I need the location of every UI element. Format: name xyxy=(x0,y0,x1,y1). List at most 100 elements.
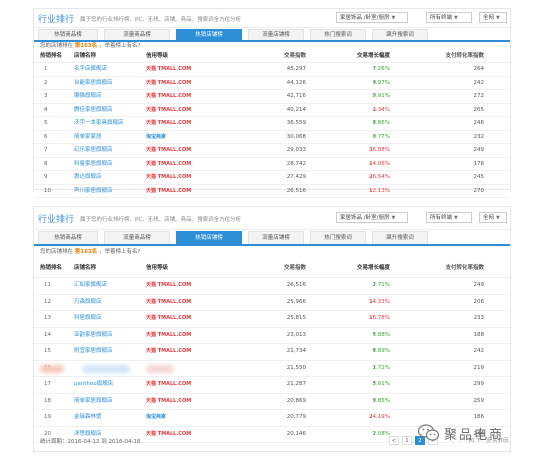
shop-name-link[interactable]: 附宜家居旗舰店 xyxy=(74,344,113,360)
terminal-select[interactable]: 所有终端 ▼ xyxy=(426,12,472,23)
table-row[interactable]: 18 简单家居旗舰店 天猫 TMALL.COM 20,869 ↑ 9.85% 259 xyxy=(34,394,510,410)
col-growth[interactable]: 交易增长幅度 xyxy=(334,51,390,62)
table-row[interactable]: 13 科居旗舰店 天猫 TMALL.COM 25,815 ↓ 16.78% 233 xyxy=(34,311,510,328)
trade-index-cell: 45,297 xyxy=(286,66,306,72)
tab-traffic-products[interactable]: 流量商品榜 xyxy=(104,29,170,40)
table-row[interactable]: 12 万森旗舰店 天猫 TMALL.COM 25,966 ↓ 14.33% 206 xyxy=(34,295,510,311)
growth-cell: ↓ 2.34% xyxy=(334,104,390,117)
col-trade-index[interactable]: 交易指数 xyxy=(254,259,306,277)
shop-name-link[interactable]: 幻乐家居旗舰店 xyxy=(74,144,113,157)
col-shop: 店铺名称 xyxy=(74,53,97,59)
shop-name-link[interactable]: 科曼家居旗舰店 xyxy=(74,158,113,171)
tab-traffic-products[interactable]: 流量商品榜 xyxy=(104,231,170,244)
conversion-cell: 270 xyxy=(473,187,485,194)
table-row[interactable]: 9 惠达旗舰店 天猫 TMALL.COM 27,429 ↓ 26.54% 245 xyxy=(34,171,510,185)
table-row[interactable]: 7 幻乐家居旗舰店 天猫 TMALL.COM 29,033 ↓ 36.88% 249 xyxy=(34,144,510,158)
col-growth[interactable]: 交易增长幅度 xyxy=(334,259,390,277)
shop-name-link[interactable]: 懒猫旗舰店 xyxy=(74,90,102,103)
table-row[interactable]: 11 汇如家旗舰店 天猫 TMALL.COM 26,516 ↑ 2.71% 249 xyxy=(34,278,510,295)
tab-hot-keywords[interactable]: 热门搜索词 xyxy=(310,29,366,40)
col-conversion[interactable]: 支付转化率指数 xyxy=(424,51,484,62)
stat-period: 统计周期：2016-04-12 到 2016-04-18 xyxy=(40,439,141,445)
rank-cell: 9 xyxy=(44,174,48,180)
table-row[interactable]: 10 声川家居旗舰店 天猫 TMALL.COM 26,516 ↓ 12.13% 270 xyxy=(34,185,510,198)
shop-name-link[interactable]: 惠达旗舰店 xyxy=(74,171,102,184)
tab-hot-shops[interactable]: 热销店铺榜 xyxy=(176,231,242,244)
conversion-cell: 249 xyxy=(473,147,485,153)
trade-index-cell: 36,559 xyxy=(286,120,306,126)
shop-name-link[interactable]: 金瑞森林馆 xyxy=(74,410,102,426)
shop-name-link[interactable]: 简单家家居 xyxy=(74,131,102,144)
tab-traffic-shops[interactable]: 流量店铺榜 xyxy=(248,29,304,40)
shop-name-link[interactable]: 万森旗舰店 xyxy=(74,295,102,311)
credit-badge: 天猫 TMALL.COM xyxy=(146,298,192,305)
table-row[interactable]: 1 名字店旗舰店 天猫 TMALL.COM 45,297 ↑ 7.26% 264 xyxy=(34,63,510,77)
credit-badge: 淘宝商家 xyxy=(146,133,167,140)
shop-name-link[interactable]: 沃宇一本家具旗舰店 xyxy=(74,117,124,130)
table-row[interactable]: 8 科曼家居旗舰店 天猫 TMALL.COM 28,742 ↓ 14.06% 176 xyxy=(34,158,510,171)
table-row[interactable]: 17 panthoo旗舰店 天猫 TMALL.COM 21,287 ↑ 5.61% 299 xyxy=(34,377,510,394)
chevron-down-icon: ▼ xyxy=(454,215,458,221)
rank-cell: 14 xyxy=(44,331,51,338)
shop-name-link[interactable]: 腾佳家居旗舰店 xyxy=(74,104,113,117)
table-row[interactable]: 4 腾佳家居旗舰店 天猫 TMALL.COM 40,214 ↓ 2.34% 265 xyxy=(34,104,510,117)
conversion-cell: 176 xyxy=(473,160,485,167)
trade-index-cell: 26,516 xyxy=(286,282,306,288)
table-row[interactable]: 6 简单家家居 淘宝商家 30,068 ↑ 0.77% 232 xyxy=(34,131,510,144)
my-shop-rank-value: 第163名 xyxy=(74,249,98,255)
table-row[interactable]: 14 亚韵家居旗舰店 天猫 TMALL.COM 23,013 ↑ 5.88% 188 xyxy=(34,328,510,344)
network-select[interactable]: 全网 ▼ xyxy=(479,212,507,223)
tab-hot-products[interactable]: 热销商品榜 xyxy=(38,231,98,244)
growth-cell: ↓ 12.13% xyxy=(334,185,390,198)
trade-index-cell: 29,033 xyxy=(286,147,306,153)
tab-hot-keywords[interactable]: 热门搜索词 xyxy=(310,231,366,244)
shop-name-link[interactable]: 名字店旗舰店 xyxy=(74,63,107,76)
trade-index-cell: 28,742 xyxy=(286,160,306,167)
table-row[interactable]: 3 懒猫旗舰店 天猫 TMALL.COM 42,716 ↑ 0.91% 272 xyxy=(34,90,510,104)
tab-traffic-shops[interactable]: 流量店铺榜 xyxy=(248,231,304,244)
tab-rising-keywords[interactable]: 飙升搜索词 xyxy=(372,29,428,40)
arrow-up-icon: ↑ xyxy=(372,348,377,354)
blurred-credit xyxy=(146,364,174,373)
col-credit: 信用等级 xyxy=(146,53,169,59)
network-select[interactable]: 全网 ▼ xyxy=(479,12,507,23)
shop-name-link[interactable]: 汇如家旗舰店 xyxy=(74,278,107,294)
rank-cell: 4 xyxy=(44,106,48,113)
col-conversion[interactable]: 支付转化率指数 xyxy=(424,259,484,277)
blurred-region xyxy=(40,364,64,373)
category-select[interactable]: 家居饰品 /卧室/厨房 ▼ xyxy=(336,12,408,23)
tab-rising-keywords[interactable]: 飙升搜索词 xyxy=(372,231,428,244)
shop-name-link[interactable]: panthoo旗舰店 xyxy=(74,377,113,393)
growth-cell: ↑ 5.61% xyxy=(334,377,390,393)
table-row[interactable]: 15 附宜家居旗舰店 天猫 TMALL.COM 21,734 ↑ 6.89% 242 xyxy=(34,344,510,361)
conversion-cell: 245 xyxy=(473,174,485,180)
arrow-up-icon: ↑ xyxy=(372,133,377,140)
pager-page-1[interactable]: 1 xyxy=(402,436,412,445)
shop-name-link[interactable]: 声川家居旗舰店 xyxy=(74,185,113,198)
arrow-down-icon: ↓ xyxy=(372,106,377,113)
growth-cell: ↓ 26.54% xyxy=(334,171,390,184)
shop-name-link[interactable]: 亚韵家居旗舰店 xyxy=(74,328,113,344)
trade-index-cell: 21,734 xyxy=(286,348,306,354)
shop-name-link[interactable]: 台能家居旗舰店 xyxy=(74,77,113,90)
tab-hot-products[interactable]: 热销商品榜 xyxy=(38,29,98,40)
rank-cell: 5 xyxy=(44,120,48,126)
arrow-down-icon: ↓ xyxy=(369,147,374,153)
shop-name-link[interactable]: 科居旗舰店 xyxy=(74,311,102,327)
arrow-up-icon: ↑ xyxy=(372,364,377,371)
shop-name-link[interactable]: 简单家居旗舰店 xyxy=(74,394,113,410)
col-trade-index[interactable]: 交易指数 xyxy=(254,51,306,62)
pager-prev[interactable]: < xyxy=(389,436,399,445)
ranking-tabs: 热销商品榜 流量商品榜 热销店铺榜 流量店铺榜 热门搜索词 飙升搜索词 xyxy=(34,230,510,246)
category-select[interactable]: 家居饰品 /卧室/厨房 ▼ xyxy=(336,212,408,223)
terminal-select[interactable]: 所有终端 ▼ xyxy=(426,212,472,223)
table-row[interactable]: 5 沃宇一本家具旗舰店 天猫 TMALL.COM 36,559 ↑ 6.86% 246 xyxy=(34,117,510,131)
growth-cell: ↑ 9.85% xyxy=(334,394,390,410)
tab-hot-shops[interactable]: 热销店铺榜 xyxy=(176,29,242,40)
arrow-up-icon: ↑ xyxy=(372,397,377,404)
conversion-cell: 246 xyxy=(473,120,485,126)
table-row[interactable]: 2 台能家居旗舰店 天猫 TMALL.COM 44,126 ↑ 9.97% 242 xyxy=(34,77,510,90)
growth-cell: ↑ 0.77% xyxy=(334,131,390,144)
trade-index-cell: 20,779 xyxy=(286,414,306,420)
table-row[interactable]: 1621,550↑1.72%219 xyxy=(34,361,510,377)
